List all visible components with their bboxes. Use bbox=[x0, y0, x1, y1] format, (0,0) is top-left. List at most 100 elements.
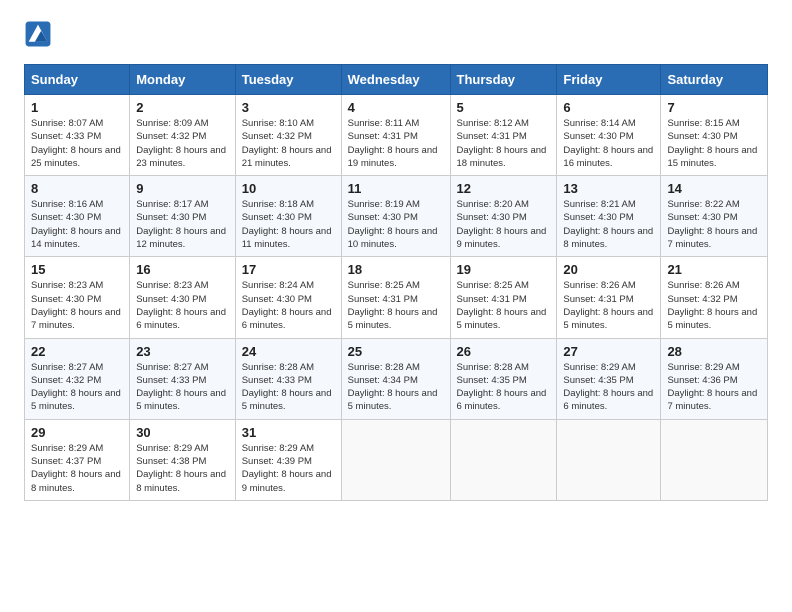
column-header-wednesday: Wednesday bbox=[341, 65, 450, 95]
day-number: 20 bbox=[563, 262, 654, 277]
day-number: 2 bbox=[136, 100, 229, 115]
calendar-day-cell: 24 Sunrise: 8:28 AMSunset: 4:33 PMDaylig… bbox=[235, 338, 341, 419]
day-info: Sunrise: 8:24 AMSunset: 4:30 PMDaylight:… bbox=[242, 280, 332, 331]
column-header-tuesday: Tuesday bbox=[235, 65, 341, 95]
calendar-week-row: 8 Sunrise: 8:16 AMSunset: 4:30 PMDayligh… bbox=[25, 176, 768, 257]
day-number: 8 bbox=[31, 181, 123, 196]
day-info: Sunrise: 8:21 AMSunset: 4:30 PMDaylight:… bbox=[563, 199, 653, 250]
calendar-day-cell: 16 Sunrise: 8:23 AMSunset: 4:30 PMDaylig… bbox=[130, 257, 236, 338]
day-number: 10 bbox=[242, 181, 335, 196]
calendar-day-cell: 6 Sunrise: 8:14 AMSunset: 4:30 PMDayligh… bbox=[557, 95, 661, 176]
calendar-day-cell: 18 Sunrise: 8:25 AMSunset: 4:31 PMDaylig… bbox=[341, 257, 450, 338]
day-info: Sunrise: 8:23 AMSunset: 4:30 PMDaylight:… bbox=[31, 280, 121, 331]
calendar-header-row: SundayMondayTuesdayWednesdayThursdayFrid… bbox=[25, 65, 768, 95]
day-number: 18 bbox=[348, 262, 444, 277]
calendar-day-cell: 12 Sunrise: 8:20 AMSunset: 4:30 PMDaylig… bbox=[450, 176, 557, 257]
day-number: 23 bbox=[136, 344, 229, 359]
calendar-day-cell: 17 Sunrise: 8:24 AMSunset: 4:30 PMDaylig… bbox=[235, 257, 341, 338]
column-header-saturday: Saturday bbox=[661, 65, 768, 95]
day-info: Sunrise: 8:28 AMSunset: 4:34 PMDaylight:… bbox=[348, 362, 438, 413]
day-info: Sunrise: 8:29 AMSunset: 4:36 PMDaylight:… bbox=[667, 362, 757, 413]
calendar-day-cell: 31 Sunrise: 8:29 AMSunset: 4:39 PMDaylig… bbox=[235, 419, 341, 500]
calendar-day-cell bbox=[450, 419, 557, 500]
day-info: Sunrise: 8:12 AMSunset: 4:31 PMDaylight:… bbox=[457, 118, 547, 169]
day-number: 28 bbox=[667, 344, 761, 359]
day-number: 15 bbox=[31, 262, 123, 277]
calendar-day-cell: 14 Sunrise: 8:22 AMSunset: 4:30 PMDaylig… bbox=[661, 176, 768, 257]
day-number: 13 bbox=[563, 181, 654, 196]
day-info: Sunrise: 8:26 AMSunset: 4:31 PMDaylight:… bbox=[563, 280, 653, 331]
logo-icon bbox=[24, 20, 52, 48]
day-info: Sunrise: 8:10 AMSunset: 4:32 PMDaylight:… bbox=[242, 118, 332, 169]
calendar-week-row: 22 Sunrise: 8:27 AMSunset: 4:32 PMDaylig… bbox=[25, 338, 768, 419]
day-number: 11 bbox=[348, 181, 444, 196]
day-number: 1 bbox=[31, 100, 123, 115]
calendar-day-cell: 20 Sunrise: 8:26 AMSunset: 4:31 PMDaylig… bbox=[557, 257, 661, 338]
day-number: 25 bbox=[348, 344, 444, 359]
day-number: 26 bbox=[457, 344, 551, 359]
day-number: 22 bbox=[31, 344, 123, 359]
calendar-day-cell: 28 Sunrise: 8:29 AMSunset: 4:36 PMDaylig… bbox=[661, 338, 768, 419]
calendar-day-cell: 1 Sunrise: 8:07 AMSunset: 4:33 PMDayligh… bbox=[25, 95, 130, 176]
calendar-day-cell: 30 Sunrise: 8:29 AMSunset: 4:38 PMDaylig… bbox=[130, 419, 236, 500]
day-info: Sunrise: 8:18 AMSunset: 4:30 PMDaylight:… bbox=[242, 199, 332, 250]
column-header-sunday: Sunday bbox=[25, 65, 130, 95]
day-info: Sunrise: 8:20 AMSunset: 4:30 PMDaylight:… bbox=[457, 199, 547, 250]
day-info: Sunrise: 8:11 AMSunset: 4:31 PMDaylight:… bbox=[348, 118, 438, 169]
day-info: Sunrise: 8:29 AMSunset: 4:35 PMDaylight:… bbox=[563, 362, 653, 413]
day-info: Sunrise: 8:19 AMSunset: 4:30 PMDaylight:… bbox=[348, 199, 438, 250]
day-number: 24 bbox=[242, 344, 335, 359]
calendar-day-cell: 26 Sunrise: 8:28 AMSunset: 4:35 PMDaylig… bbox=[450, 338, 557, 419]
day-number: 4 bbox=[348, 100, 444, 115]
day-number: 29 bbox=[31, 425, 123, 440]
calendar-day-cell: 2 Sunrise: 8:09 AMSunset: 4:32 PMDayligh… bbox=[130, 95, 236, 176]
day-number: 19 bbox=[457, 262, 551, 277]
day-info: Sunrise: 8:09 AMSunset: 4:32 PMDaylight:… bbox=[136, 118, 226, 169]
calendar-day-cell: 27 Sunrise: 8:29 AMSunset: 4:35 PMDaylig… bbox=[557, 338, 661, 419]
day-info: Sunrise: 8:29 AMSunset: 4:38 PMDaylight:… bbox=[136, 443, 226, 494]
calendar-day-cell: 7 Sunrise: 8:15 AMSunset: 4:30 PMDayligh… bbox=[661, 95, 768, 176]
day-info: Sunrise: 8:23 AMSunset: 4:30 PMDaylight:… bbox=[136, 280, 226, 331]
day-info: Sunrise: 8:29 AMSunset: 4:39 PMDaylight:… bbox=[242, 443, 332, 494]
day-info: Sunrise: 8:22 AMSunset: 4:30 PMDaylight:… bbox=[667, 199, 757, 250]
day-number: 12 bbox=[457, 181, 551, 196]
calendar-day-cell bbox=[341, 419, 450, 500]
calendar-table: SundayMondayTuesdayWednesdayThursdayFrid… bbox=[24, 64, 768, 501]
day-info: Sunrise: 8:28 AMSunset: 4:33 PMDaylight:… bbox=[242, 362, 332, 413]
calendar-week-row: 1 Sunrise: 8:07 AMSunset: 4:33 PMDayligh… bbox=[25, 95, 768, 176]
day-info: Sunrise: 8:07 AMSunset: 4:33 PMDaylight:… bbox=[31, 118, 121, 169]
column-header-monday: Monday bbox=[130, 65, 236, 95]
day-number: 5 bbox=[457, 100, 551, 115]
day-number: 27 bbox=[563, 344, 654, 359]
calendar-day-cell: 13 Sunrise: 8:21 AMSunset: 4:30 PMDaylig… bbox=[557, 176, 661, 257]
day-number: 21 bbox=[667, 262, 761, 277]
calendar-week-row: 15 Sunrise: 8:23 AMSunset: 4:30 PMDaylig… bbox=[25, 257, 768, 338]
column-header-thursday: Thursday bbox=[450, 65, 557, 95]
day-info: Sunrise: 8:15 AMSunset: 4:30 PMDaylight:… bbox=[667, 118, 757, 169]
day-number: 9 bbox=[136, 181, 229, 196]
day-number: 6 bbox=[563, 100, 654, 115]
column-header-friday: Friday bbox=[557, 65, 661, 95]
calendar-day-cell bbox=[557, 419, 661, 500]
calendar-day-cell: 3 Sunrise: 8:10 AMSunset: 4:32 PMDayligh… bbox=[235, 95, 341, 176]
calendar-day-cell: 21 Sunrise: 8:26 AMSunset: 4:32 PMDaylig… bbox=[661, 257, 768, 338]
day-info: Sunrise: 8:25 AMSunset: 4:31 PMDaylight:… bbox=[348, 280, 438, 331]
calendar-day-cell bbox=[661, 419, 768, 500]
calendar-day-cell: 19 Sunrise: 8:25 AMSunset: 4:31 PMDaylig… bbox=[450, 257, 557, 338]
calendar-day-cell: 29 Sunrise: 8:29 AMSunset: 4:37 PMDaylig… bbox=[25, 419, 130, 500]
calendar-day-cell: 11 Sunrise: 8:19 AMSunset: 4:30 PMDaylig… bbox=[341, 176, 450, 257]
calendar-day-cell: 4 Sunrise: 8:11 AMSunset: 4:31 PMDayligh… bbox=[341, 95, 450, 176]
day-number: 7 bbox=[667, 100, 761, 115]
day-info: Sunrise: 8:16 AMSunset: 4:30 PMDaylight:… bbox=[31, 199, 121, 250]
day-number: 3 bbox=[242, 100, 335, 115]
calendar-day-cell: 8 Sunrise: 8:16 AMSunset: 4:30 PMDayligh… bbox=[25, 176, 130, 257]
calendar-day-cell: 10 Sunrise: 8:18 AMSunset: 4:30 PMDaylig… bbox=[235, 176, 341, 257]
day-info: Sunrise: 8:27 AMSunset: 4:33 PMDaylight:… bbox=[136, 362, 226, 413]
logo bbox=[24, 20, 56, 48]
calendar-week-row: 29 Sunrise: 8:29 AMSunset: 4:37 PMDaylig… bbox=[25, 419, 768, 500]
day-info: Sunrise: 8:27 AMSunset: 4:32 PMDaylight:… bbox=[31, 362, 121, 413]
calendar-day-cell: 5 Sunrise: 8:12 AMSunset: 4:31 PMDayligh… bbox=[450, 95, 557, 176]
day-number: 17 bbox=[242, 262, 335, 277]
page-header bbox=[24, 20, 768, 48]
day-info: Sunrise: 8:28 AMSunset: 4:35 PMDaylight:… bbox=[457, 362, 547, 413]
